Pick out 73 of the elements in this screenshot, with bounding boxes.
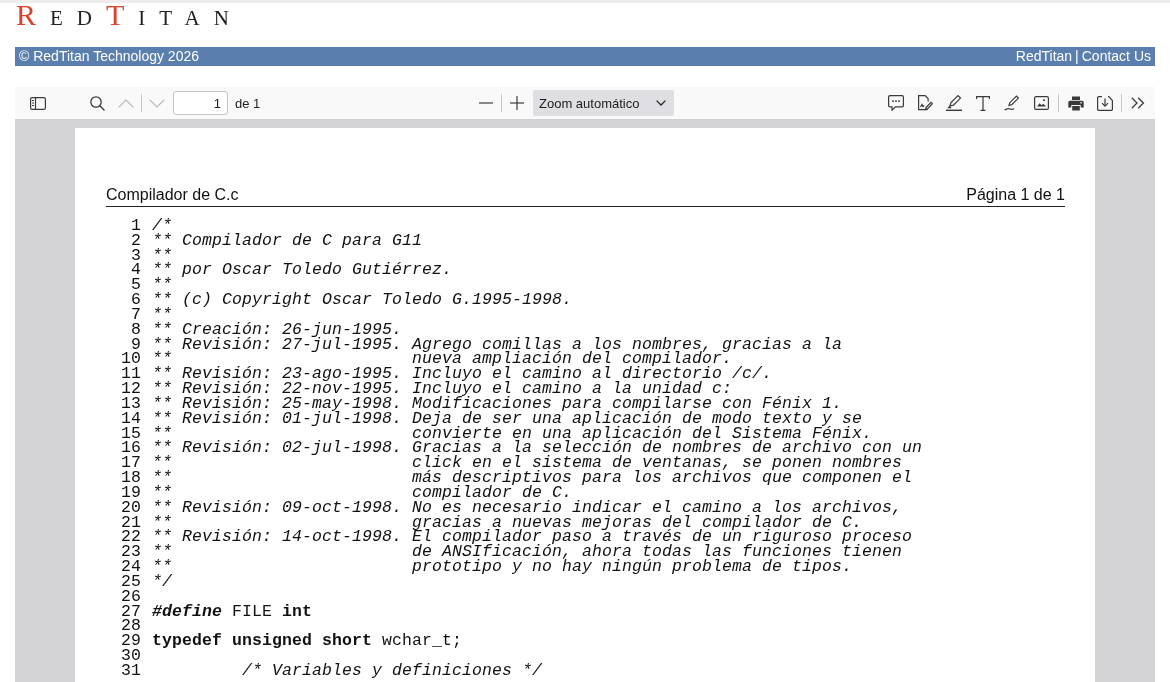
line-number: 20 xyxy=(120,500,141,516)
logo-text: R ED T ITAN xyxy=(16,3,243,29)
line-number: 23 xyxy=(120,545,141,561)
page-number-input[interactable]: 1 xyxy=(173,91,228,115)
line-number: 28 xyxy=(120,619,141,635)
line-number: 3 xyxy=(130,248,141,264)
code-line: ** prototipo y no hay ningún problema de tipos. xyxy=(152,560,853,575)
line-number: 31 xyxy=(120,663,141,679)
highlighter-icon xyxy=(946,95,962,111)
text-tool-icon xyxy=(976,95,990,111)
printer-icon xyxy=(1068,95,1084,111)
line-number: 19 xyxy=(120,485,141,501)
line-number: 13 xyxy=(120,396,141,412)
code-line: ** más descriptivos para los archivos que componen el xyxy=(152,471,913,486)
line-number: 27 xyxy=(120,604,141,620)
page-count-label: de 1 xyxy=(235,95,261,111)
pencil-icon xyxy=(1004,95,1020,111)
minus-icon xyxy=(479,102,493,104)
page-indicator: Página 1 de 1 xyxy=(966,185,1065,204)
code-line: /* Variables y definiciones */ xyxy=(241,663,543,679)
line-number: 15 xyxy=(120,426,141,442)
line-number: 21 xyxy=(120,515,141,531)
code-line: ** Creación: 26-jun-1995. xyxy=(152,322,403,338)
chevron-up-icon xyxy=(118,98,134,108)
line-number: 7 xyxy=(130,307,141,323)
line-number: 4 xyxy=(130,263,141,279)
code-line: ** Compilador de C para G11 xyxy=(152,233,423,249)
document-pen-icon xyxy=(917,95,933,111)
plus-icon xyxy=(510,96,524,110)
line-number: 18 xyxy=(120,471,141,486)
code-line: #define FILE int xyxy=(152,604,313,620)
line-number: 1 xyxy=(130,219,141,234)
chevron-down-icon xyxy=(149,98,165,108)
line-number: 12 xyxy=(120,382,141,397)
sidebar-icon xyxy=(30,96,46,110)
line-number: 9 xyxy=(131,337,141,353)
zoom-select[interactable]: Zoom automático xyxy=(533,90,674,116)
code-line: ** compilador de C. xyxy=(152,485,573,501)
line-number: 22 xyxy=(120,530,141,546)
image-icon xyxy=(1033,96,1049,110)
code-line: ** Revisión: 25-may-1998. Modificaciones para compilarse con Fénix 1. xyxy=(152,396,843,412)
code-line: ** (c) Copyright Oscar Toledo G.1995-1998. xyxy=(152,293,573,308)
code-line: ** Revisión: 22-nov-1995. Incluyo el camino a la unidad c: xyxy=(152,382,733,397)
line-number: 14 xyxy=(120,411,141,427)
line-number: 24 xyxy=(120,560,141,575)
line-number: 25 xyxy=(120,574,141,590)
code-line: ** xyxy=(152,307,172,323)
document-title: Compilador de C.c xyxy=(106,185,239,204)
double-chevron-icon xyxy=(1131,97,1145,109)
line-number: 29 xyxy=(120,634,141,649)
line-number: 2 xyxy=(130,233,141,249)
banner-link[interactable]: Contact Us xyxy=(1081,47,1151,66)
link-separator: | xyxy=(1074,47,1080,66)
code-line: ** Revisión: 01-jul-1998. Deja de ser una aplicación de modo texto y se xyxy=(152,411,863,427)
line-number: 30 xyxy=(120,649,141,664)
search-icon xyxy=(89,95,105,111)
line-number: 8 xyxy=(130,322,141,338)
line-number: 11 xyxy=(120,367,141,383)
line-number: 17 xyxy=(120,456,141,472)
caret-icon xyxy=(656,100,666,106)
download-icon xyxy=(1097,95,1113,111)
copyright-text: © RedTitan Technology 2026 xyxy=(19,47,199,66)
line-number: 5 xyxy=(130,278,141,294)
line-number: 16 xyxy=(120,441,141,457)
code-line: */ xyxy=(152,574,172,590)
code-line: typedef unsigned short wchar_t; xyxy=(152,634,463,649)
banner-link[interactable]: RedTitan xyxy=(1015,47,1073,66)
line-number: 26 xyxy=(120,589,141,605)
line-number: 6 xyxy=(130,293,141,308)
line-number: 10 xyxy=(120,352,141,368)
code-line: ** Revisión: 09-oct-1998. No es necesario indicar el camino a los archivos, xyxy=(152,500,903,516)
code-line: /* xyxy=(152,219,172,234)
speech-bubble-icon xyxy=(888,95,904,111)
